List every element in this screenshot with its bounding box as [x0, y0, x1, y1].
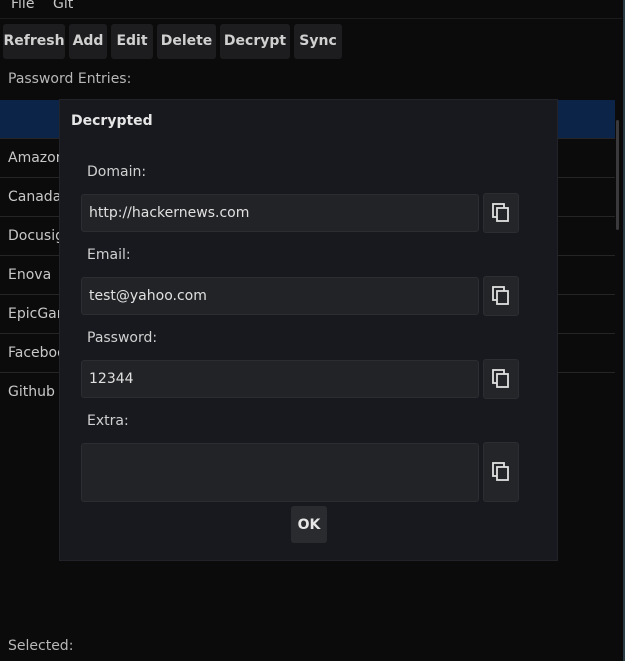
- ok-button[interactable]: OK: [291, 506, 327, 543]
- domain-field[interactable]: [81, 194, 479, 232]
- refresh-button[interactable]: Refresh: [3, 24, 65, 59]
- add-button[interactable]: Add: [69, 24, 107, 59]
- email-label: Email:: [87, 247, 131, 263]
- menu-file[interactable]: File: [11, 0, 34, 12]
- sync-button[interactable]: Sync: [294, 24, 342, 59]
- decrypted-dialog: Decrypted Domain: Email: Password: Extra…: [59, 99, 558, 561]
- decrypt-button[interactable]: Decrypt: [220, 24, 290, 59]
- copy-icon: [492, 462, 509, 481]
- delete-button[interactable]: Delete: [157, 24, 216, 59]
- copy-extra-button[interactable]: [483, 442, 519, 502]
- dialog-title: Decrypted: [71, 113, 153, 129]
- menu-divider: [0, 18, 622, 19]
- password-field[interactable]: [81, 360, 479, 398]
- list-scrollbar[interactable]: [616, 120, 619, 230]
- copy-icon: [492, 203, 509, 222]
- selected-label: Selected:: [8, 638, 74, 654]
- copy-email-button[interactable]: [483, 276, 519, 316]
- edit-button[interactable]: Edit: [111, 24, 153, 59]
- password-label: Password:: [87, 330, 158, 346]
- toolbar: Refresh Add Edit Delete Decrypt Sync: [3, 24, 342, 59]
- extra-field[interactable]: [81, 443, 479, 502]
- domain-label: Domain:: [87, 164, 147, 180]
- copy-icon: [492, 286, 509, 305]
- extra-label: Extra:: [87, 413, 129, 429]
- menu-git[interactable]: Git: [53, 0, 73, 12]
- email-field[interactable]: [81, 277, 479, 315]
- copy-icon: [492, 369, 509, 388]
- menubar: File Git: [0, 0, 625, 14]
- copy-password-button[interactable]: [483, 359, 519, 399]
- entries-label: Password Entries:: [8, 71, 132, 87]
- copy-domain-button[interactable]: [483, 193, 519, 233]
